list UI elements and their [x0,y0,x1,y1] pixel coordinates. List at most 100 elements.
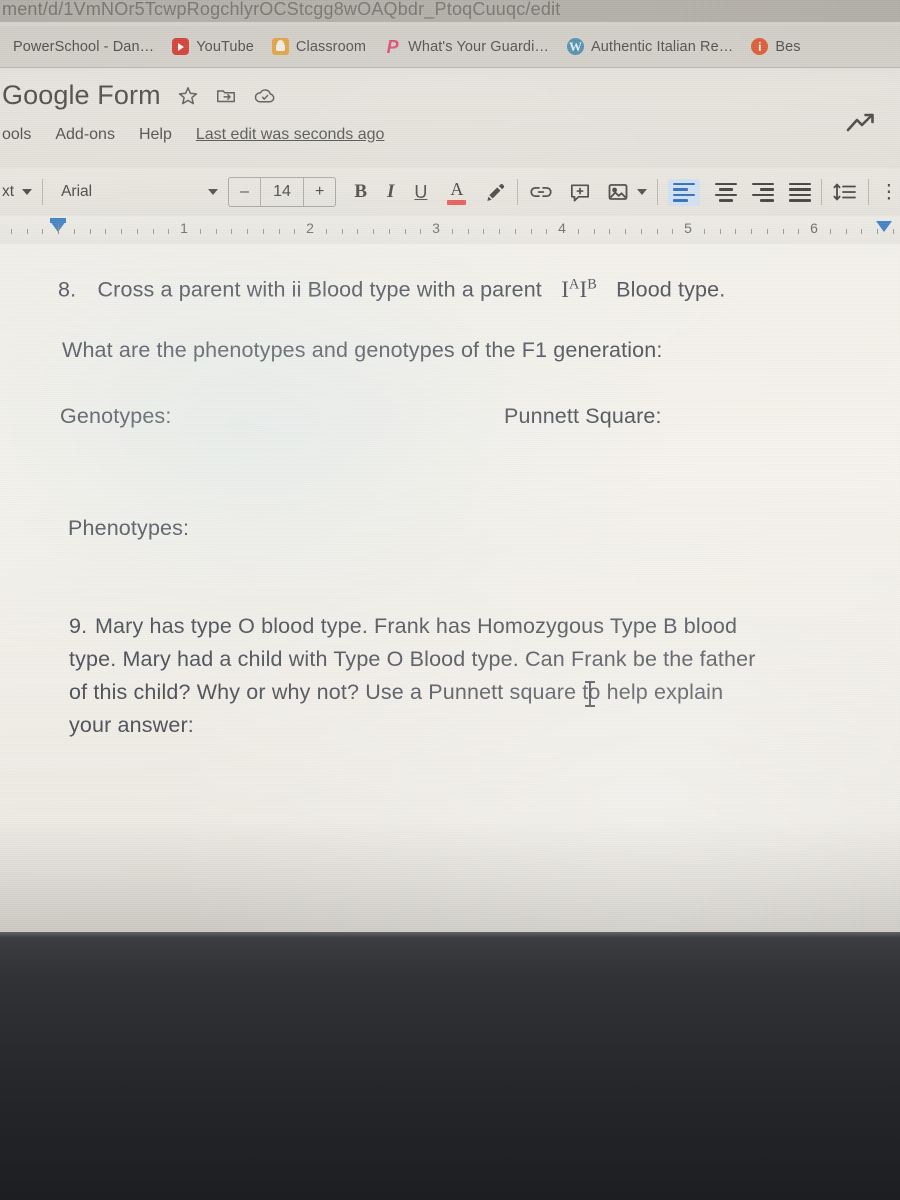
font-family-value: Arial [61,183,93,200]
align-justify-icon[interactable] [789,182,812,202]
ruler-tick [467,229,469,234]
chevron-down-icon[interactable] [637,189,648,195]
document-page[interactable]: 8. Cross a parent with ii Blood type wit… [0,244,900,932]
docs-menu-bar: ools Add-ons Help Last edit was seconds … [0,126,384,144]
bookmark-whats-your-guardian[interactable]: P What's Your Guardi… [375,35,558,58]
toolbar-divider [42,179,44,205]
font-size-increase-button[interactable]: + [304,178,335,206]
ruler-tick [357,229,359,234]
bookmark-bes[interactable]: i Bes [742,35,809,58]
bookmark-label: YouTube [196,38,254,55]
bookmark-classroom[interactable]: Classroom [263,35,375,58]
genotypes-label: Genotypes: [60,404,172,428]
punnett-square-label: Punnett Square: [504,404,662,428]
right-indent-marker[interactable] [876,221,892,232]
youtube-icon [172,38,190,55]
align-left-icon[interactable] [668,178,701,206]
question-8-number: 8. [58,277,77,302]
bookmark-label: What's Your Guardi… [408,38,549,55]
toolbar-divider [657,179,659,205]
chevron-down-icon [208,189,219,195]
align-center-icon[interactable] [715,182,738,202]
docs-header: Google Form ools Add-ons Help Last edit … [0,68,900,168]
ruler-number: 2 [306,220,314,236]
ruler-ticks: 1 2 3 4 5 6 [0,216,900,244]
bold-button[interactable]: B [354,181,367,203]
ruler-tick [105,229,107,234]
question-9-line-1: Mary has type O blood type. Frank has Ho… [95,614,738,638]
last-edit-status[interactable]: Last edit was seconds ago [196,126,385,144]
insert-link-icon[interactable] [528,181,554,203]
italic-button[interactable]: I [387,181,394,203]
star-icon[interactable] [177,85,199,107]
line-spacing-icon[interactable] [832,180,858,204]
ruler-tick [766,229,768,234]
pinterest-icon: P [386,36,399,57]
f1-generation-prompt: What are the phenotypes and genotypes of… [62,338,663,362]
ruler-tick [782,229,784,234]
document-ruler[interactable]: 1 2 3 4 5 6 [0,216,900,244]
ruler-tick [121,229,122,234]
ruler-tick [231,229,233,234]
question-9-line-2: type. Mary had a child with Type O Blood… [69,647,756,671]
ruler-tick [656,229,658,234]
highlight-pen-icon[interactable] [484,181,507,204]
ruler-tick [262,229,264,234]
explore-trend-icon[interactable] [844,110,878,141]
menu-item-help[interactable]: Help [139,126,172,144]
ruler-tick [609,229,611,234]
ruler-tick [546,229,548,234]
ruler-tick [341,229,343,234]
paragraph-style-select[interactable]: xt [0,183,33,201]
ruler-tick [278,229,280,234]
text-color-button[interactable]: A [447,180,467,205]
ruler-tick [215,229,217,234]
toolbar-divider [821,179,823,205]
phenotypes-label: Phenotypes: [68,516,190,540]
ruler-number: 5 [684,220,692,236]
move-to-folder-icon[interactable] [215,85,237,107]
allele-i-1: I [561,276,569,302]
ruler-tick [325,229,327,234]
ruler-tick [58,224,59,234]
toolbar-divider [868,179,870,205]
insert-image-icon[interactable] [606,181,630,203]
font-family-select[interactable]: Arial [53,183,219,201]
ruler-tick [751,229,752,234]
question-8-text-after: Blood type. [616,277,726,302]
font-size-value[interactable]: 14 [259,178,304,206]
bookmark-youtube[interactable]: YouTube [163,35,263,58]
ruler-number: 1 [180,220,188,236]
wordpress-icon: W [567,38,584,55]
ruler-tick [199,229,201,234]
ruler-number: 3 [432,220,440,236]
align-right-icon[interactable] [752,182,775,202]
ruler-tick [640,229,642,234]
document-title[interactable]: Google Form [2,80,161,111]
font-size-decrease-button[interactable]: – [229,178,260,206]
allele-notation: IAIB [561,277,597,302]
menu-item-tools[interactable]: ools [2,126,31,144]
ruler-tick [42,229,44,234]
ruler-tick [845,229,847,234]
question-8-text-before: Cross a parent with ii Blood type with a… [97,277,542,302]
paragraph-style-value: xt [2,183,15,200]
add-comment-icon[interactable] [568,181,592,204]
underline-button[interactable]: U [414,182,427,203]
bookmark-powerschool[interactable]: PowerSchool - Dan… [4,36,163,58]
bookmark-label: Bes [775,38,801,55]
more-options-icon[interactable]: ⋮ [879,181,899,204]
ruler-tick [530,229,532,234]
ruler-tick [26,229,28,234]
allele-superscript-b: B [587,276,597,292]
menu-item-addons[interactable]: Add-ons [55,126,115,144]
ruler-tick [703,229,705,234]
text-cursor-ibeam [585,681,595,707]
ruler-tick [10,229,12,234]
text-color-swatch [447,199,467,205]
bookmark-authentic-italian[interactable]: W Authentic Italian Re… [558,35,742,58]
info-icon: i [751,38,769,55]
cloud-saved-icon[interactable] [253,85,277,107]
browser-url-bar[interactable]: ment/d/1VmNOr5TcwpRogchlyrOCStcgg8wOAQbd… [0,0,900,22]
ruler-tick [798,229,800,234]
